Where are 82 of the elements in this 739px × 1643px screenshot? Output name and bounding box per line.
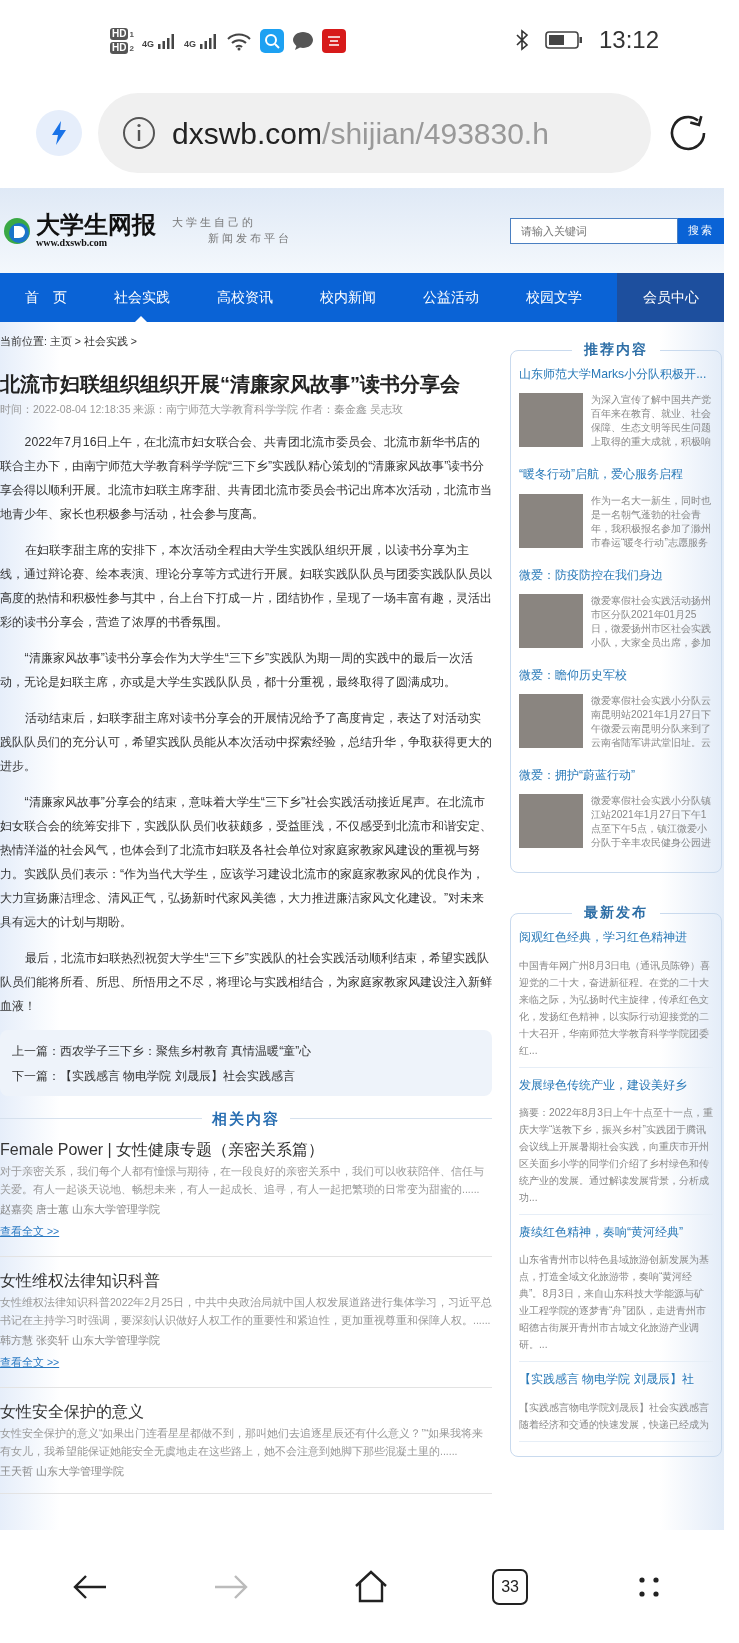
network-label: 4G	[141, 39, 154, 49]
signal-icon	[199, 33, 218, 49]
read-more-link[interactable]: 查看全文 >>	[0, 1354, 60, 1371]
recommended-snippet: 微爱寒假社会实践小分队镇江站2021年1月27日下午1点至下午5点，镇江微爱小分队于辛丰农民健身公园进	[591, 794, 712, 851]
photo-placeholder	[519, 794, 583, 849]
next-article-link[interactable]: 下一篇：【实践感言 物电学院 刘晟辰】社会实践感言	[12, 1068, 295, 1083]
hd-badge: HD	[110, 42, 129, 54]
hd-badge: HD	[110, 28, 129, 40]
related-summary: 女性安全保护的意义“如果出门连看星星都做不到，那叫她们去追逐星辰还有什么意义？”“如果我将来有女儿，我希望能保证她能安全无虞地走在这些路上，她不会注意到她脚下那些混凝土里的......	[0, 1425, 485, 1459]
nav-tab[interactable]: 社会实践	[89, 273, 192, 322]
nav-tab[interactable]: 校内新闻	[295, 273, 398, 322]
latest-title[interactable]: 【实践感言 物电学院 刘晟辰】社	[519, 1370, 713, 1389]
latest-title[interactable]: 赓续红色精神，奏响“黄河经典”	[519, 1223, 713, 1242]
latest-summary: 山东省青州市以特色县域旅游创新发展为基点，打造全域文化旅游带，奏响“黄河经典”。8月3日，来自山东科技大学能源与矿业工程学院的逐梦青“舟”团队，走进青州市昭德古街展开青州市古城文化旅游产业调研。...	[519, 1251, 713, 1363]
search-icon	[259, 29, 284, 53]
related-authors: 韩方慧 张奕轩 山东大学管理学院	[0, 1332, 161, 1348]
read-more-link[interactable]: 查看全文 >>	[0, 1223, 60, 1240]
lightning-icon	[50, 121, 68, 145]
breadcrumb-text: 当前位置: 主页 > 社会实践 >	[0, 334, 138, 349]
article-title: 北流市妇联组织组织开展“清廉家风故事”读书分享会	[0, 371, 461, 396]
article-paragraph: 在妇联李甜主席的安排下，本次活动全程由大学生实践队组织开展，以读书分享为主线，通过辩论赛、绘本表演、理论分享等方式进行开展。妇联实践队队员与团委实践队队员以高度的热情和积极性参与其中，台上台下打成一片，团结协作，呈现了一场丰富有趣，灵活出彩的读书分享会，营造了浓厚的书香氛围。	[0, 541, 492, 631]
related-title[interactable]: Female Power | 女性健康专题（亲密关系篇）	[0, 1138, 492, 1162]
panel-heading: 推荐内容	[572, 339, 660, 360]
recommended-title[interactable]: 微爱：防疫防控在我们身边	[519, 565, 713, 584]
bluetooth-icon	[514, 29, 529, 51]
photo-placeholder	[519, 493, 583, 548]
recommended-title[interactable]: 微爱：拥护“蔚蓝行动”	[519, 766, 713, 785]
nav-tab[interactable]: 高校资讯	[192, 273, 295, 322]
recommended-snippet: 微爱寒假社会实践小分队云南昆明站2021年1月27日下午微爱云南昆明分队来到了云南省陆军讲武堂旧址。云	[591, 694, 712, 751]
article-paragraph: “清廉家风故事”读书分享会作为大学生“三下乡”实践队为期一周的实践中的最后一次活动，无论是妇联主席，亦或是大学生实践队队员，都十分重视，最终取得了圆满成功。	[0, 649, 474, 691]
tab-count-button[interactable]: 33	[492, 1568, 529, 1605]
recommended-snippet: 为深入宣传了解中国共产党百年来在教育、就业、社会保障、生态文明等民生问题上取得的重大成就，积极响	[591, 393, 712, 450]
related-authors: 赵嘉奕 唐士蕙 山东大学管理学院	[0, 1202, 161, 1217]
nav-tab[interactable]: 公益活动	[398, 273, 501, 322]
address-bar[interactable]: dxswb.com/shijian/493830.h	[98, 93, 651, 173]
signal-icon	[157, 33, 176, 49]
sim-number: 2	[129, 43, 134, 53]
recommended-snippet: 微爱寒假社会实践活动扬州市区分队2021年01月25日，微爱扬州市区社会实践小队，大家全员出席，参加	[591, 593, 712, 650]
app-icon	[321, 29, 346, 53]
recommended-snippet: 作为一名大一新生，同时也是一名朝气蓬勃的社会青年，我积极报名参加了滁州市春运“暖冬行动”志愿服务	[591, 493, 712, 550]
related-title[interactable]: 女性维权法律知识科普	[0, 1268, 492, 1293]
url-text: dxswb.com/shijian/493830.h	[172, 115, 549, 152]
photo-placeholder	[519, 393, 583, 448]
site-slogan: 新闻发布平台	[207, 230, 292, 246]
article-meta: 时间：2022-08-04 12:18:35 来源：南宁师范大学教育科学学院 作者：秦金鑫 吴志玫	[0, 401, 405, 417]
clock-time: 13:12	[598, 28, 659, 52]
article-paragraph: 活动结束后，妇联李甜主席对读书分享会的开展情况给予了高度肯定，表达了对活动实践队队员们的充分认可，希望实践队员能从本次活动中探索经验，总结升华，争取获得更大的进步。	[0, 709, 492, 775]
photo-placeholder	[519, 694, 583, 749]
site-logo-title: 大学生网报	[36, 213, 156, 237]
search-button[interactable]: 搜索	[678, 217, 724, 244]
latest-summary: 【实践感言物电学院刘晟辰】社会实践感言随着经济和交通的快速发展，快递已经成为	[519, 1398, 713, 1442]
recommended-title[interactable]: “暖冬行动”启航，爱心服务启程	[519, 465, 713, 484]
article-paragraph: 2022年7月16日上午，在北流市妇女联合会、共青团北流市委员会、北流市新华书店的联合主办下，由南宁师范大学教育科学学院“三下乡”实践队精心策划的“清廉家风故事”读书分享会得以顺利开展。北流市妇联主席李甜、共青团北流市委员会书记出席本次活动，北流市当地青少年、家长也积极参与活动，社会参与度高。	[0, 433, 492, 523]
nav-tab[interactable]: 首 页	[0, 273, 89, 322]
recommended-title[interactable]: 山东师范大学Marks小分队积极开...	[519, 365, 713, 384]
chat-bubble-icon	[291, 30, 314, 52]
latest-summary: 中国青年网广州8月3日电（通讯员陈铮）喜迎党的二十大，奋进新征程。在党的二十大来临之际，为弘扬时代主旋律，传承红色文化，发扬红色精神，以实际行动迎接党的二十大召开，华南师范大学教育科学学院团委红...	[519, 956, 713, 1068]
battery-icon	[544, 31, 583, 49]
member-center-link[interactable]: 会员中心	[617, 273, 724, 322]
related-summary: 女性维权法律知识科普2022年2月25日，中共中央政治局就中国人权发展道路进行集体学习，习近平总书记在主持学习时强调，要深刻认识做好人权工作的重要性和紧迫性，更加重视尊重和保障人权。......	[0, 1294, 492, 1328]
logo-icon	[2, 215, 32, 246]
network-label: 4G	[183, 39, 196, 49]
site-logo-url: www.dxswb.com	[36, 237, 109, 248]
bolt-button[interactable]	[36, 110, 82, 156]
article-paragraph: “清廉家风故事”分享会的结束，意味着大学生“三下乡”社会实践活动接近尾声。在北流市妇女联合会的统筹安排下，实践队队员们收获颇多，受益匪浅，不仅感受到北流市和谐安定、热情洋溢的社会风气，也体会到了北流市妇联及各社会单位对家庭家教家风建设的重视与努力。实践队员们表示：“作为当代大学生，应该学习建设北流市的家庭家教家风的优良作为，大力宣扬廉洁理念、清风正气，弘扬新时代家风美德，大力推进廉洁家风文化建设。”对未来具有远大的计划与期盼。	[0, 793, 492, 931]
search-field[interactable]: 请输入关键词	[510, 217, 678, 244]
latest-title[interactable]: 阅观红色经典，学习红色精神进	[519, 928, 713, 947]
recommended-title[interactable]: 微爱：瞻仰历史军校	[519, 665, 713, 685]
site-slogan: 大学生自己的	[172, 215, 257, 231]
sim-number: 1	[129, 29, 134, 39]
related-authors: 王天哲 山东大学管理学院	[0, 1463, 125, 1479]
wifi-icon	[225, 31, 252, 51]
section-heading: 相关内容	[212, 1108, 280, 1129]
article-paragraph: 最后，北流市妇联热烈祝贺大学生“三下乡”实践队的社会实践活动顺利结束，希望实践队队员们能将所看、所思、所悟用之不尽，将理论与实践相结合，为家庭家教家风建设注入新鲜血液！	[0, 949, 492, 1015]
latest-title[interactable]: 发展绿色传统产业，建设美好乡	[519, 1075, 713, 1095]
nav-tab[interactable]: 校园文学	[501, 273, 604, 322]
prev-article-link[interactable]: 上一篇：西农学子三下乡：聚焦乡村教育 真情温暖“童”心	[12, 1043, 312, 1058]
info-icon	[122, 116, 156, 150]
photo-placeholder	[519, 593, 583, 648]
related-summary: 对于亲密关系，我们每个人都有憧憬与期待，在一段良好的亲密关系中，我们可以收获陪伴、信任与关爱。有人一起谈天说地、畅想未来，有人一起成长、追寻，有人一起把繁琐的日常变为甜蜜的......	[0, 1164, 485, 1197]
latest-summary: 摘要：2022年8月3日上午十点至十一点，重庆大学“送教下乡，振兴乡村”实践团于腾讯会议线上开展暑期社会实践，向重庆市开州区关面乡小学的同学们介绍了乡村绿色和传统产业的发展。通过解读发展背景，分析成功...	[519, 1104, 713, 1216]
related-title[interactable]: 女性安全保护的意义	[0, 1399, 492, 1424]
